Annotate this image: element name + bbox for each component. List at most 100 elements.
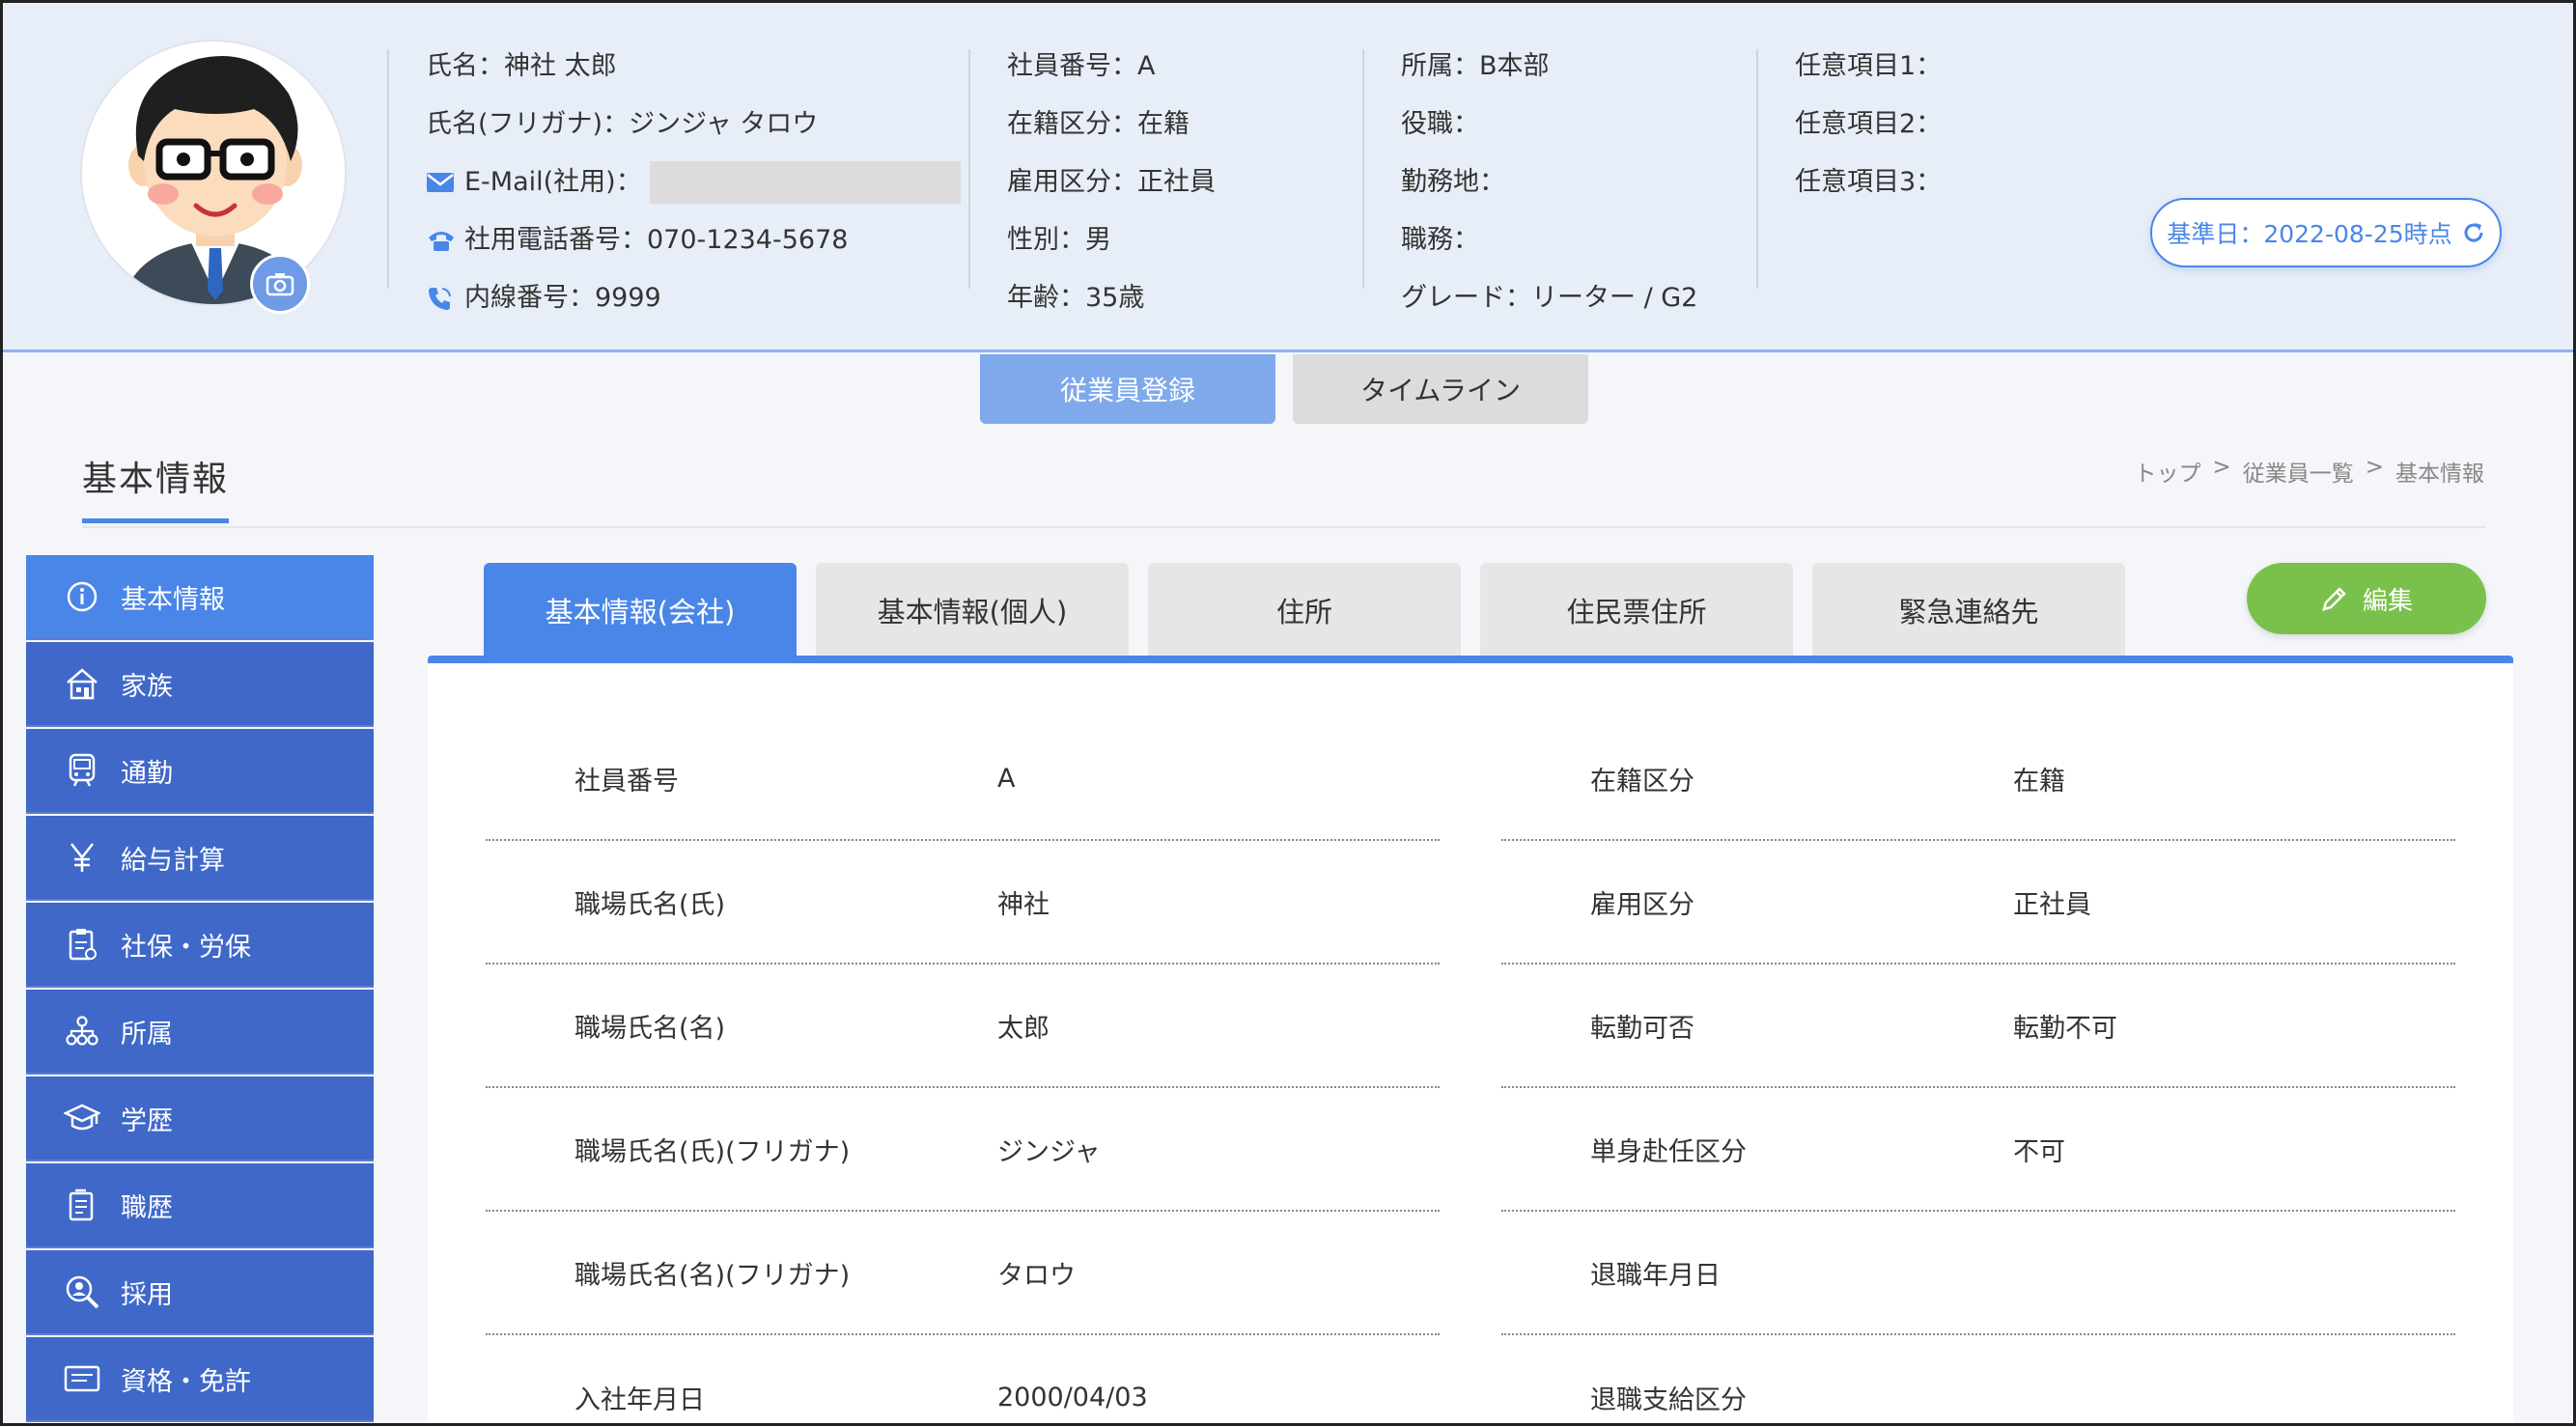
field-value: 正社員: [2013, 889, 2091, 920]
field-row: 職場氏名(氏)(フリガナ) ジンジャ: [486, 1088, 1440, 1212]
field-label: 社員番号: [574, 766, 679, 797]
header-custom-1: 任意項目1：: [1795, 51, 1943, 81]
field-label: 雇用区分: [1590, 889, 1694, 920]
tab-basic-info-personal[interactable]: 基本情報(個人): [816, 563, 1129, 657]
header-divider: [968, 49, 970, 289]
refresh-icon: [2464, 223, 2483, 242]
field-row: 社員番号 A: [486, 717, 1440, 841]
field-row: 単身赴任区分 不可: [1501, 1088, 2455, 1212]
tab-emergency-contact[interactable]: 緊急連絡先: [1812, 563, 2125, 657]
breadcrumb-current: 基本情報: [2395, 461, 2484, 487]
header-name-kana: 氏名(フリガナ)：ジンジャ タロウ: [426, 109, 819, 139]
sidebar-item-label: 基本情報: [121, 584, 225, 615]
header-col-contact: 氏名：神社 太郎 氏名(フリガナ)：ジンジャ タロウ E-Mail(社用)： 社…: [426, 38, 961, 327]
page-title: 基本情報: [82, 460, 230, 499]
header-employment-type: 雇用区分：正社員: [1007, 167, 1216, 197]
field-value: 2000/04/03: [997, 1382, 1148, 1412]
sidebar-item-payroll[interactable]: 給与計算: [26, 816, 374, 901]
sidebar-item-label: 学歴: [121, 1105, 173, 1136]
reference-date-text: 基準日：2022-08-25時点: [2167, 220, 2452, 248]
avatar: [80, 40, 347, 306]
sidebar-item-label: 職歴: [121, 1192, 173, 1223]
field-label: 入社年月日: [574, 1384, 705, 1415]
sidebar-item-basic-info[interactable]: 基本情報: [26, 555, 374, 640]
sidebar-item-label: 所属: [121, 1019, 173, 1049]
header-age: 年齢：35歳: [1007, 283, 1145, 313]
breadcrumb-employee-list[interactable]: 従業員一覧: [2243, 455, 2354, 488]
header-duty: 職務：: [1401, 225, 1479, 255]
sidebar-item-label: 社保・労保: [121, 932, 251, 963]
pencil-icon: [2322, 587, 2346, 611]
sidebar-item-department[interactable]: 所属: [26, 990, 374, 1075]
field-label: 職場氏名(名): [574, 1013, 726, 1044]
mail-icon: [426, 172, 464, 193]
field-value: 神社: [997, 889, 1050, 920]
header-custom-2: 任意項目2：: [1795, 109, 1943, 139]
tab-employee-registration[interactable]: 従業員登録: [980, 354, 1275, 424]
tab-address[interactable]: 住所: [1148, 563, 1461, 657]
tab-timeline[interactable]: タイムライン: [1293, 354, 1588, 424]
extension-text: 内線番号：9999: [464, 283, 661, 313]
sidebar-item-education[interactable]: 学歴: [26, 1076, 374, 1161]
field-value: A: [997, 763, 1016, 794]
app-frame: 氏名：神社 太郎 氏名(フリガナ)：ジンジャ タロウ E-Mail(社用)： 社…: [0, 0, 2576, 1426]
yen-icon: [61, 836, 103, 879]
header-divider: [387, 49, 389, 289]
sidebar-item-label: 家族: [121, 671, 173, 702]
header-grade: グレード：リーター / G2: [1401, 283, 1698, 313]
header-col-status: 社員番号：A 在籍区分：在籍 雇用区分：正社員 性別：男 年齢：35歳: [1007, 38, 1216, 327]
camera-icon: [266, 273, 294, 296]
field-label: 職場氏名(氏)(フリガナ): [574, 1136, 851, 1167]
header-custom-3: 任意項目3：: [1795, 167, 1943, 197]
telephone-icon: [426, 228, 464, 253]
sidebar-item-recruitment[interactable]: 採用: [26, 1250, 374, 1335]
reference-date-button[interactable]: 基準日：2022-08-25時点: [2150, 198, 2502, 267]
header-workplace: 勤務地：: [1401, 167, 1505, 197]
tab-basic-info-company[interactable]: 基本情報(会社): [484, 563, 797, 657]
phone-handset-icon: [426, 285, 464, 312]
magnifier-person-icon: [61, 1271, 103, 1313]
field-label: 単身赴任区分: [1590, 1136, 1747, 1167]
field-row: 職場氏名(名)(フリガナ) タロウ: [486, 1212, 1440, 1335]
tab-resident-address[interactable]: 住民票住所: [1480, 563, 1793, 657]
field-row: 転勤可否 転勤不可: [1501, 965, 2455, 1088]
page-title-underline: [82, 518, 229, 523]
sidebar-item-work-history[interactable]: 職歴: [26, 1163, 374, 1248]
sidebar-item-social-insurance[interactable]: 社保・労保: [26, 903, 374, 988]
sidebar-item-commute[interactable]: 通勤: [26, 729, 374, 814]
field-value: 太郎: [997, 1013, 1050, 1044]
field-label: 退職年月日: [1590, 1260, 1721, 1291]
breadcrumb-top[interactable]: トップ: [2134, 455, 2200, 488]
breadcrumb-separator: >: [2365, 455, 2384, 480]
edit-button[interactable]: 編集: [2247, 563, 2486, 634]
header-department: 所属：B本部: [1401, 51, 1550, 81]
field-label: 職場氏名(名)(フリガナ): [574, 1260, 851, 1291]
field-label: 職場氏名(氏): [574, 889, 726, 920]
graduation-cap-icon: [61, 1097, 103, 1139]
field-row: 退職年月日: [1501, 1212, 2455, 1335]
change-photo-button[interactable]: [250, 254, 310, 314]
avatar-illustration: [121, 55, 310, 304]
field-value: タロウ: [997, 1260, 1076, 1291]
sidebar-item-label: 採用: [121, 1279, 173, 1310]
breadcrumb-separator: >: [2212, 455, 2231, 480]
header-col-org: 所属：B本部 役職： 勤務地： 職務： グレード：リーター / G2: [1401, 38, 1697, 327]
house-icon: [61, 662, 103, 705]
header-position: 役職：: [1401, 109, 1479, 139]
field-value: 転勤不可: [2013, 1013, 2117, 1044]
employee-header: 氏名：神社 太郎 氏名(フリガナ)：ジンジャ タロウ E-Mail(社用)： 社…: [3, 3, 2573, 352]
header-divider: [1362, 49, 1364, 289]
sidebar: 基本情報 家族 通勤 給与計算 社保・労保 所属 学歴 職歴 採用 資格・免許: [26, 555, 374, 1423]
email-label: E-Mail(社用)：: [464, 167, 642, 197]
sidebar-item-qualifications[interactable]: 資格・免許: [26, 1337, 374, 1422]
email-value-masked: [649, 161, 961, 204]
field-row: 職場氏名(氏) 神社: [486, 841, 1440, 965]
field-row: 在籍区分 在籍: [1501, 717, 2455, 841]
sidebar-item-label: 通勤: [121, 758, 173, 789]
field-label: 退職支給区分: [1590, 1384, 1747, 1415]
sidebar-item-label: 資格・免許: [121, 1366, 251, 1397]
basic-info-panel: 社員番号 A 職場氏名(氏) 神社 職場氏名(名) 太郎 職場氏名(氏)(フリガ…: [428, 663, 2513, 1423]
header-status: 在籍区分：在籍: [1007, 109, 1190, 139]
sidebar-item-family[interactable]: 家族: [26, 642, 374, 727]
clipboard-icon: [61, 923, 103, 965]
